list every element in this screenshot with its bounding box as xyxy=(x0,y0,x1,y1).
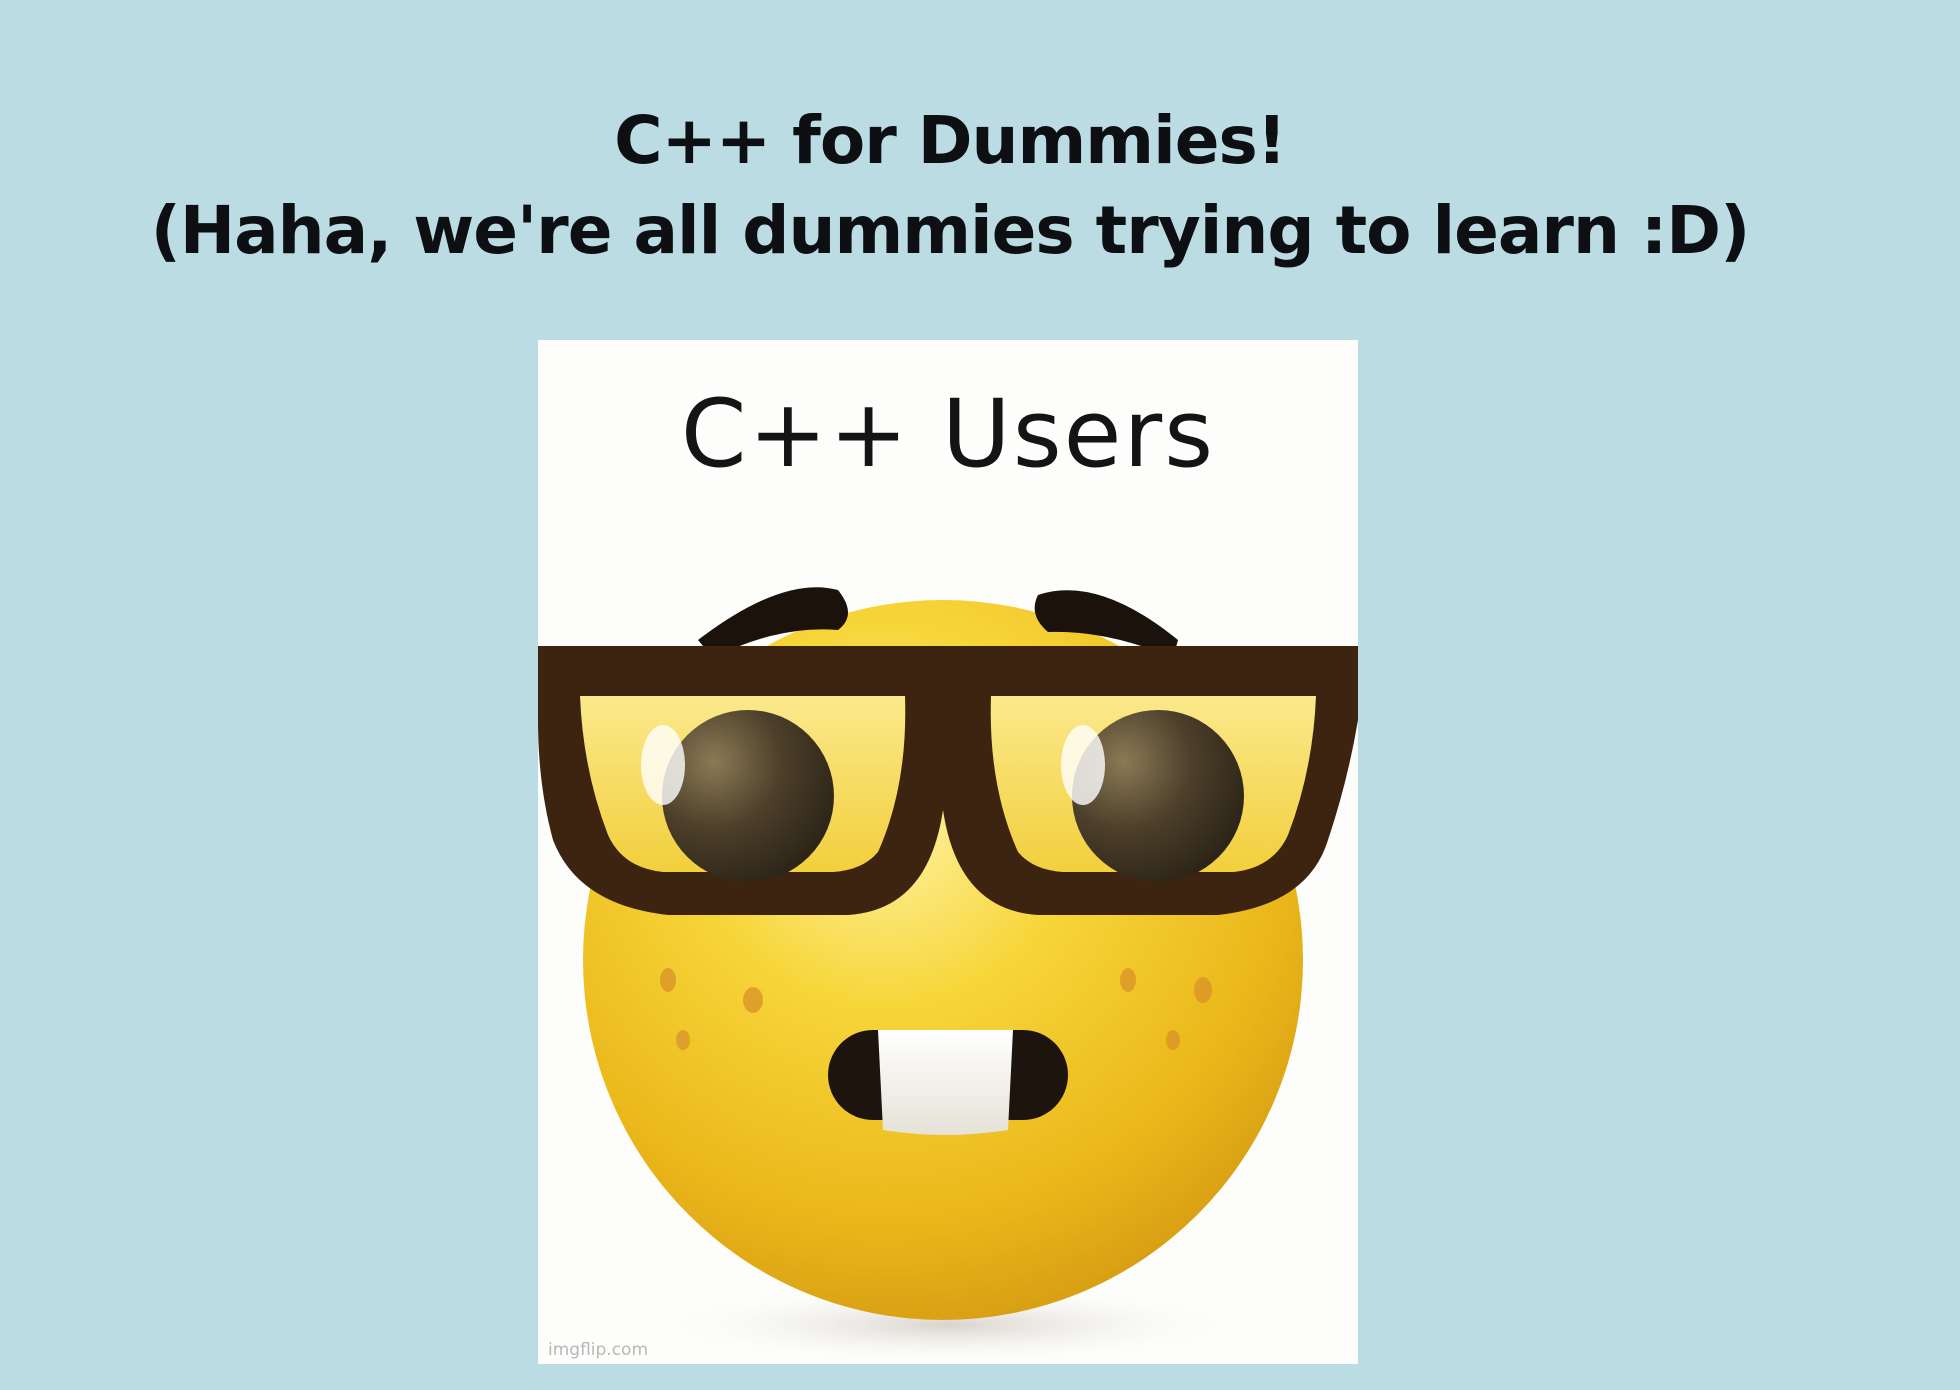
slide-title: C++ for Dummies! (Haha, we're all dummie… xyxy=(0,96,1900,276)
imgflip-watermark: imgflip.com xyxy=(548,1340,649,1360)
nerd-face-emoji-icon xyxy=(538,587,1358,1364)
meme-image: C++ Users imgflip.com xyxy=(538,340,1358,1364)
slide-title-line-2: (Haha, we're all dummies trying to learn… xyxy=(150,192,1751,269)
meme-caption: C++ Users xyxy=(680,380,1216,489)
slide-title-line-1: C++ for Dummies! xyxy=(614,102,1287,179)
